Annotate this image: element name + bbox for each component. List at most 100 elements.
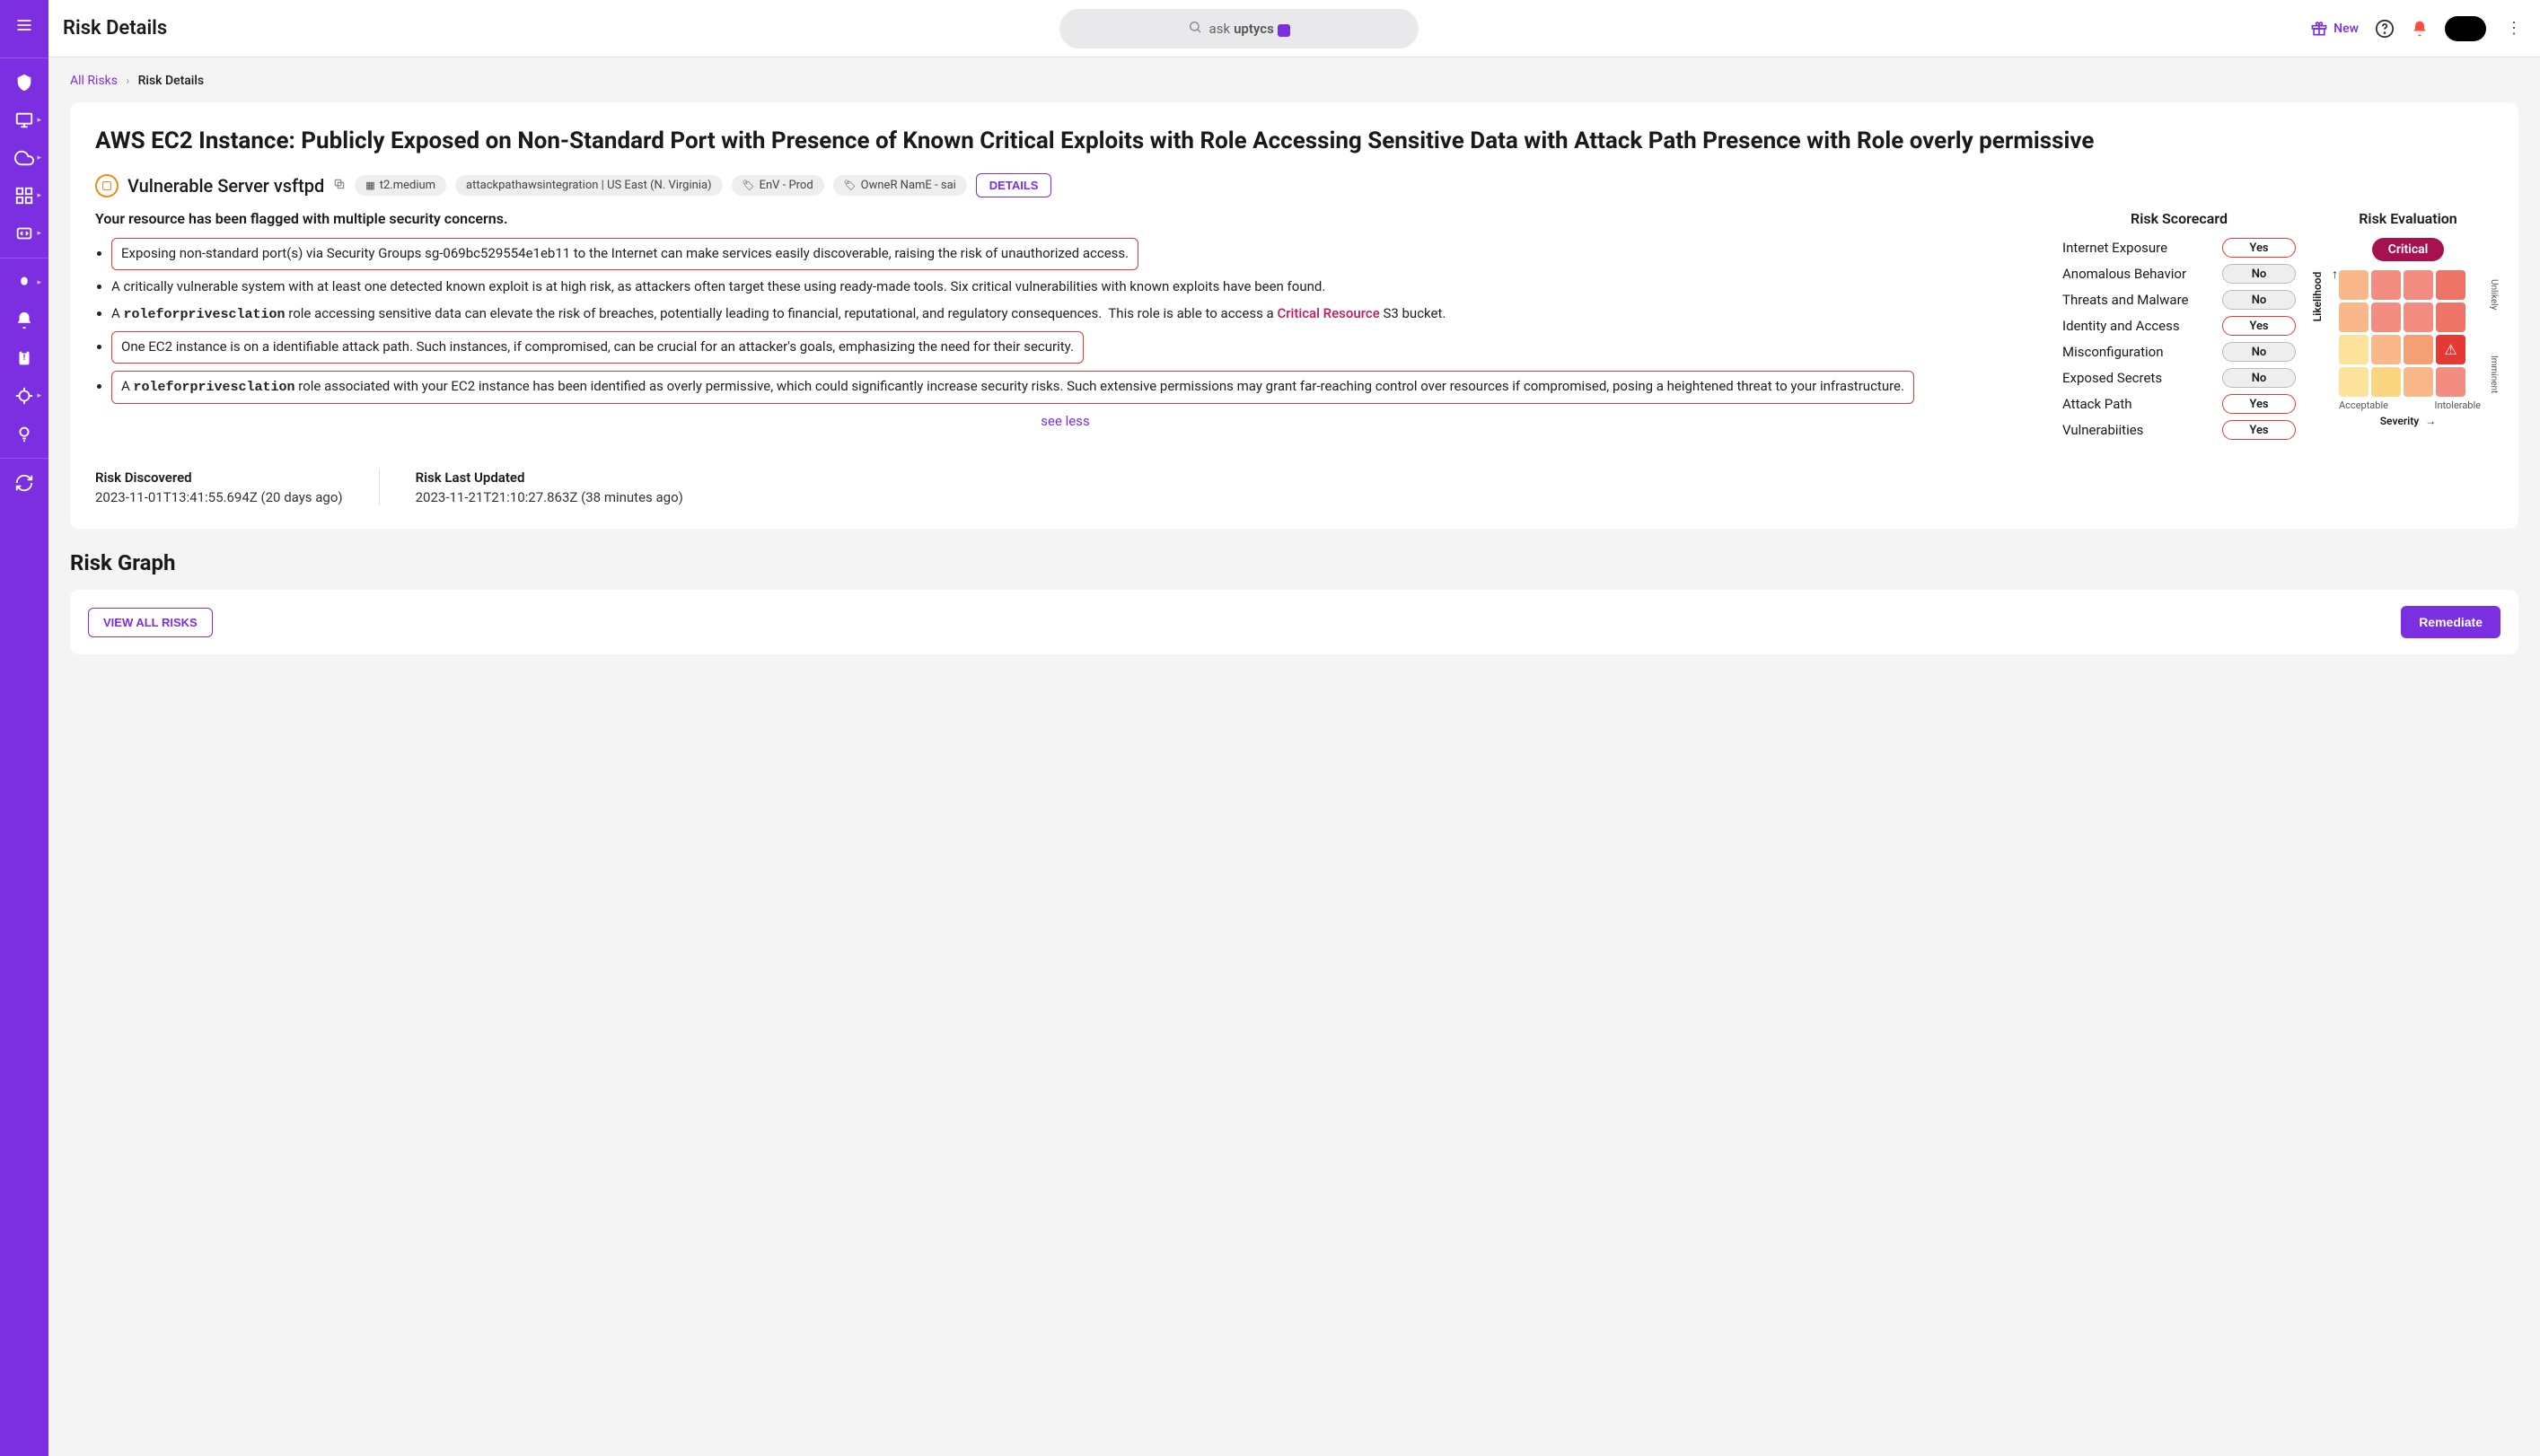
concerns-list: Exposing non-standard port(s) via Securi… — [95, 238, 2035, 404]
tag-owner-chip: 🏷 OwneR NamE - sai — [833, 175, 967, 196]
risk-card: AWS EC2 Instance: Publicly Exposed on No… — [70, 102, 2518, 529]
score-pill: No — [2222, 342, 2296, 362]
remediate-button[interactable]: Remediate — [2401, 606, 2500, 638]
concern-item: A critically vulnerable system with at l… — [111, 277, 2035, 297]
discovered-value: 2023-11-01T13:41:55.694Z (20 days ago) — [95, 489, 343, 505]
score-label: Threats and Malware — [2062, 292, 2189, 308]
tag-env-chip: 🏷 EnV - Prod — [732, 175, 824, 196]
score-pill: No — [2222, 368, 2296, 388]
nav-monitor-icon[interactable]: ▸ — [4, 101, 45, 139]
nav-container-icon[interactable]: ▸ — [4, 215, 45, 252]
score-label: Misconfiguration — [2062, 344, 2164, 360]
score-row: Misconfiguration No — [2062, 342, 2296, 362]
y-scale-bot: Imminent — [2489, 355, 2499, 393]
topbar: Risk Details ask uptycs New — [48, 0, 2540, 57]
concerns-intro: Your resource has been flagged with mult… — [95, 210, 2035, 227]
score-row: Identity and Access Yes — [2062, 316, 2296, 336]
notification-bell-icon[interactable] — [2411, 20, 2429, 38]
concern-item: A roleforprivesclation role accessing se… — [111, 304, 2035, 325]
timestamps: Risk Discovered 2023-11-01T13:41:55.694Z… — [95, 469, 2493, 505]
nav-target-icon[interactable]: ▸ — [4, 377, 45, 415]
hamburger-icon[interactable] — [8, 9, 40, 47]
search-input[interactable]: ask uptycs — [1059, 9, 1419, 48]
score-row: Anomalous Behavior No — [2062, 264, 2296, 284]
bottom-actions: VIEW ALL RISKS Remediate — [70, 590, 2518, 654]
risk-graph-title: Risk Graph — [70, 550, 2518, 575]
score-label: Exposed Secrets — [2062, 370, 2162, 386]
kebab-menu-icon[interactable]: ⋮ — [2502, 19, 2526, 38]
concerns-section: Your resource has been flagged with mult… — [95, 210, 2035, 446]
score-pill: Yes — [2222, 238, 2296, 258]
account-region-chip: attackpathawsintegration | US East (N. V… — [455, 175, 723, 196]
score-label: Attack Path — [2062, 396, 2132, 412]
up-arrow-icon: ↑ — [2332, 267, 2338, 282]
see-less-toggle[interactable]: see less — [95, 413, 2035, 429]
breadcrumb-current: Risk Details — [138, 74, 205, 88]
discovered-label: Risk Discovered — [95, 469, 343, 486]
y-scale-top: Unlikely — [2489, 279, 2499, 310]
nav-cloud-icon[interactable]: ▸ — [4, 139, 45, 177]
gift-icon — [2310, 20, 2328, 38]
nav-logo-icon[interactable] — [4, 64, 45, 101]
tag-owner-value: OwneR NamE - sai — [861, 179, 956, 192]
page-title: Risk Details — [63, 17, 167, 39]
new-button[interactable]: New — [2310, 20, 2359, 38]
new-label: New — [2333, 22, 2359, 36]
x-scale-right: Intolerable — [2434, 399, 2481, 411]
y-axis-label: Likelihood — [2311, 271, 2324, 321]
user-avatar[interactable] — [2445, 16, 2486, 41]
view-all-risks-button[interactable]: VIEW ALL RISKS — [88, 608, 213, 637]
nav-refresh-icon[interactable] — [4, 464, 45, 502]
instance-type-chip: ▦ t2.medium — [355, 175, 446, 196]
resource-row: Vulnerable Server vsftpd ▦ t2.medium att… — [95, 173, 2493, 197]
nav-apps-icon[interactable]: ▸ — [4, 177, 45, 215]
search-ask-text: ask — [1209, 21, 1231, 37]
score-label: Identity and Access — [2062, 318, 2180, 334]
tag-env-value: EnV - Prod — [760, 179, 813, 192]
score-pill: Yes — [2222, 316, 2296, 336]
tag-icon: 🏷 — [743, 180, 755, 191]
instance-type-value: t2.medium — [380, 179, 435, 192]
concern-item: One EC2 instance is on a identifiable at… — [111, 331, 2035, 364]
tag-icon: 🏷 — [844, 180, 857, 191]
details-button[interactable]: DETAILS — [976, 173, 1052, 197]
critical-badge: Critical — [2372, 238, 2445, 261]
x-axis-label: Severity — [2380, 415, 2420, 427]
x-scale-left: Acceptable — [2339, 399, 2388, 411]
score-row: Vulnerabiities Yes — [2062, 420, 2296, 440]
svg-text:!: ! — [23, 354, 25, 363]
left-sidebar: ▸ ▸ ▸ ▸ ▸ ! — [0, 0, 48, 1456]
score-label: Vulnerabiities — [2062, 422, 2143, 438]
chevron-right-icon: › — [126, 75, 129, 87]
nav-bell-icon[interactable] — [4, 302, 45, 339]
concern-item: Exposing non-standard port(s) via Securi… — [111, 238, 2035, 270]
updated-value: 2023-11-21T21:10:27.863Z (38 minutes ago… — [416, 489, 683, 505]
nav-bug-icon[interactable]: ▸ — [4, 264, 45, 302]
score-pill: No — [2222, 290, 2296, 310]
brand-badge-icon — [1278, 24, 1290, 37]
nav-clipboard-icon[interactable]: ! — [4, 339, 45, 377]
heatmap-grid: ⚠ — [2339, 270, 2481, 397]
breadcrumb: All Risks › Risk Details — [70, 74, 2518, 88]
account-region-value: attackpathawsintegration | US East (N. V… — [466, 179, 712, 192]
ec2-instance-icon — [95, 174, 119, 197]
right-arrow-icon: → — [2425, 415, 2436, 427]
help-icon[interactable] — [2375, 19, 2395, 39]
copy-icon[interactable] — [333, 178, 346, 194]
score-row: Threats and Malware No — [2062, 290, 2296, 310]
score-row: Exposed Secrets No — [2062, 368, 2296, 388]
concern-item: A roleforprivesclation role associated w… — [111, 371, 2035, 404]
search-brand-text: uptycs — [1234, 21, 1274, 37]
risk-heading: AWS EC2 Instance: Publicly Exposed on No… — [95, 126, 2493, 157]
score-label: Internet Exposure — [2062, 240, 2167, 256]
risk-scorecard: Risk Scorecard Internet ExposureYesAnoma… — [2062, 210, 2296, 446]
score-row: Attack PathYes — [2062, 394, 2296, 414]
cpu-icon: ▦ — [365, 180, 374, 191]
search-icon — [1188, 20, 1202, 38]
score-label: Anomalous Behavior — [2062, 266, 2186, 282]
nav-lightbulb-icon[interactable] — [4, 415, 45, 452]
breadcrumb-root[interactable]: All Risks — [70, 74, 118, 88]
score-row: Internet Exposure Yes — [2062, 238, 2296, 258]
score-pill: No — [2222, 264, 2296, 284]
score-pill: Yes — [2222, 420, 2296, 440]
